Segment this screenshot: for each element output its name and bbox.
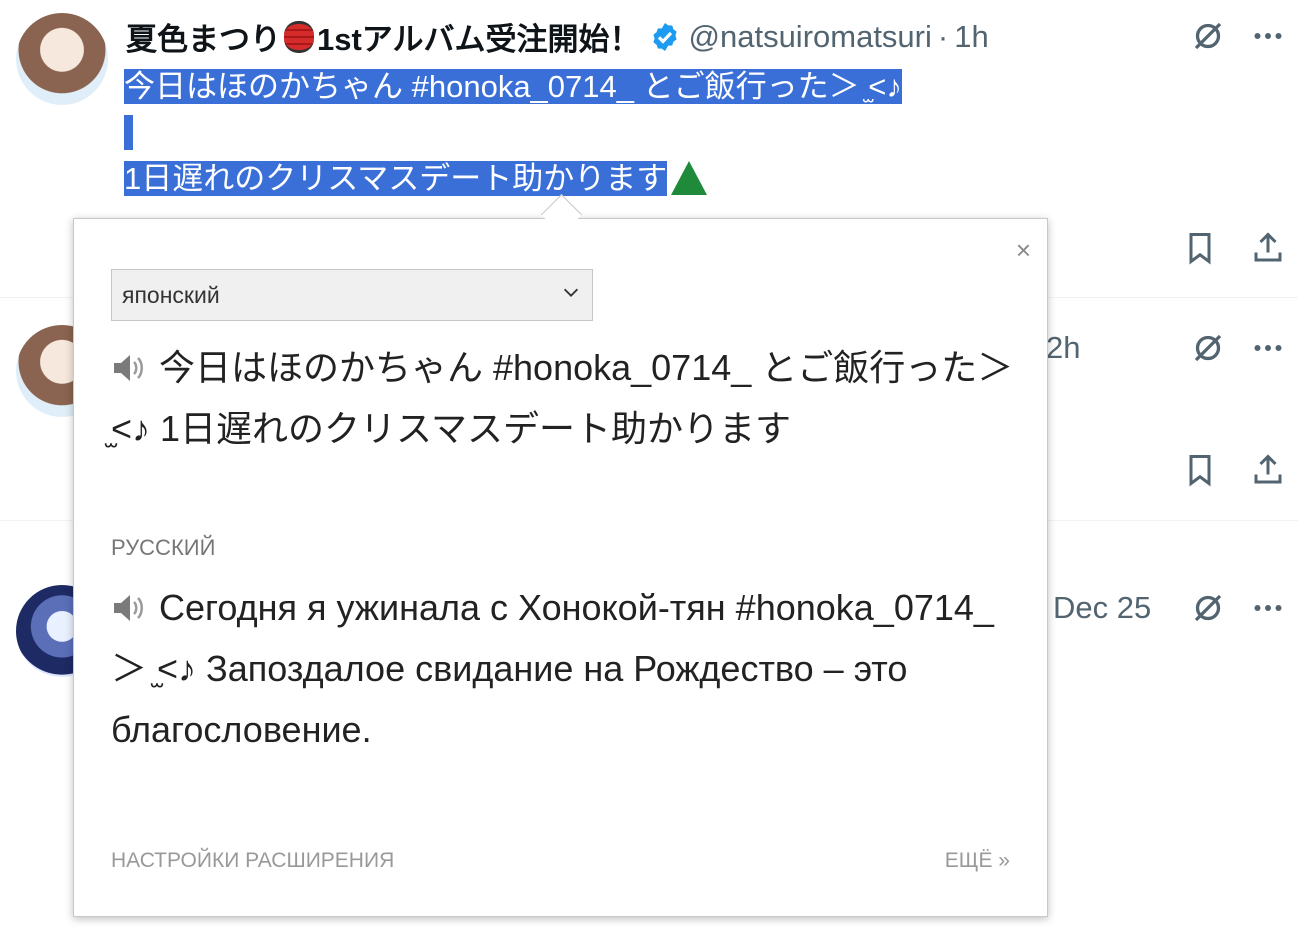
tweet-text-line: 今日はほのかちゃん #honoka_0714_ とご飯行った＞ ̫<♪ — [124, 69, 902, 104]
target-language-label: РУССКИЙ — [111, 535, 216, 560]
timestamp[interactable]: 1h — [954, 19, 988, 55]
bookmark-icon[interactable] — [1178, 448, 1222, 492]
bookmark-icon[interactable] — [1178, 226, 1222, 270]
speaker-icon[interactable] — [111, 580, 145, 621]
christmas-tree-icon — [671, 161, 708, 195]
tweet-header: 夏色まつり 1stアルバム受注開始！ @natsuiromatsuri · 1h — [126, 14, 989, 59]
source-text: 今日はほのかちゃん #honoka_0714_ とご飯行った＞ ̫<♪ 1日遅れ… — [111, 337, 1016, 459]
more-link[interactable]: ЕЩЁ » — [945, 849, 1010, 873]
grok-icon[interactable] — [1186, 586, 1230, 630]
translated-text-content: Сегодня я ужинала с Хонокой-тян #honoka_… — [111, 587, 994, 750]
tweet-text[interactable]: 今日はほのかちゃん #honoka_0714_ とご飯行った＞ ̫<♪ 1日遅れ… — [124, 64, 902, 202]
translation-popup: × японский 今日はほのかちゃん #honoka_0714_ とご飯行っ… — [73, 218, 1048, 917]
lantern-icon — [284, 20, 314, 53]
avatar[interactable] — [16, 13, 108, 105]
share-icon[interactable] — [1246, 226, 1290, 270]
timestamp[interactable]: Dec 25 — [1053, 590, 1151, 626]
grok-icon[interactable] — [1186, 14, 1230, 58]
more-icon[interactable] — [1246, 326, 1290, 370]
more-icon[interactable] — [1246, 14, 1290, 58]
separator: · — [937, 18, 949, 54]
tweet-text-blank-line — [124, 115, 133, 150]
timestamp[interactable]: 2h — [1046, 330, 1080, 366]
grok-icon[interactable] — [1186, 326, 1230, 370]
handle[interactable]: @natsuiromatsuri — [689, 19, 932, 55]
close-icon[interactable]: × — [1016, 237, 1031, 263]
source-language-value: японский — [122, 281, 220, 308]
speaker-icon[interactable] — [111, 340, 145, 381]
chevron-down-icon — [560, 281, 582, 309]
share-icon[interactable] — [1246, 448, 1290, 492]
source-language-select[interactable]: японский — [111, 269, 593, 321]
more-icon[interactable] — [1246, 586, 1290, 630]
author-name-suffix[interactable]: 1stアルバム受注開始！ — [317, 14, 641, 59]
verified-icon[interactable] — [649, 21, 681, 53]
translated-text: Сегодня я ужинала с Хонокой-тян #honoka_… — [111, 577, 1016, 760]
tweet-text-line: 1日遅れのクリスマスデート助かります — [124, 161, 668, 196]
author-name[interactable]: 夏色まつり — [126, 14, 281, 59]
source-text-content: 今日はほのかちゃん #honoka_0714_ とご飯行った＞ ̫<♪ 1日遅れ… — [111, 347, 1014, 449]
extension-settings-link[interactable]: НАСТРОЙКИ РАСШИРЕНИЯ — [111, 849, 394, 873]
